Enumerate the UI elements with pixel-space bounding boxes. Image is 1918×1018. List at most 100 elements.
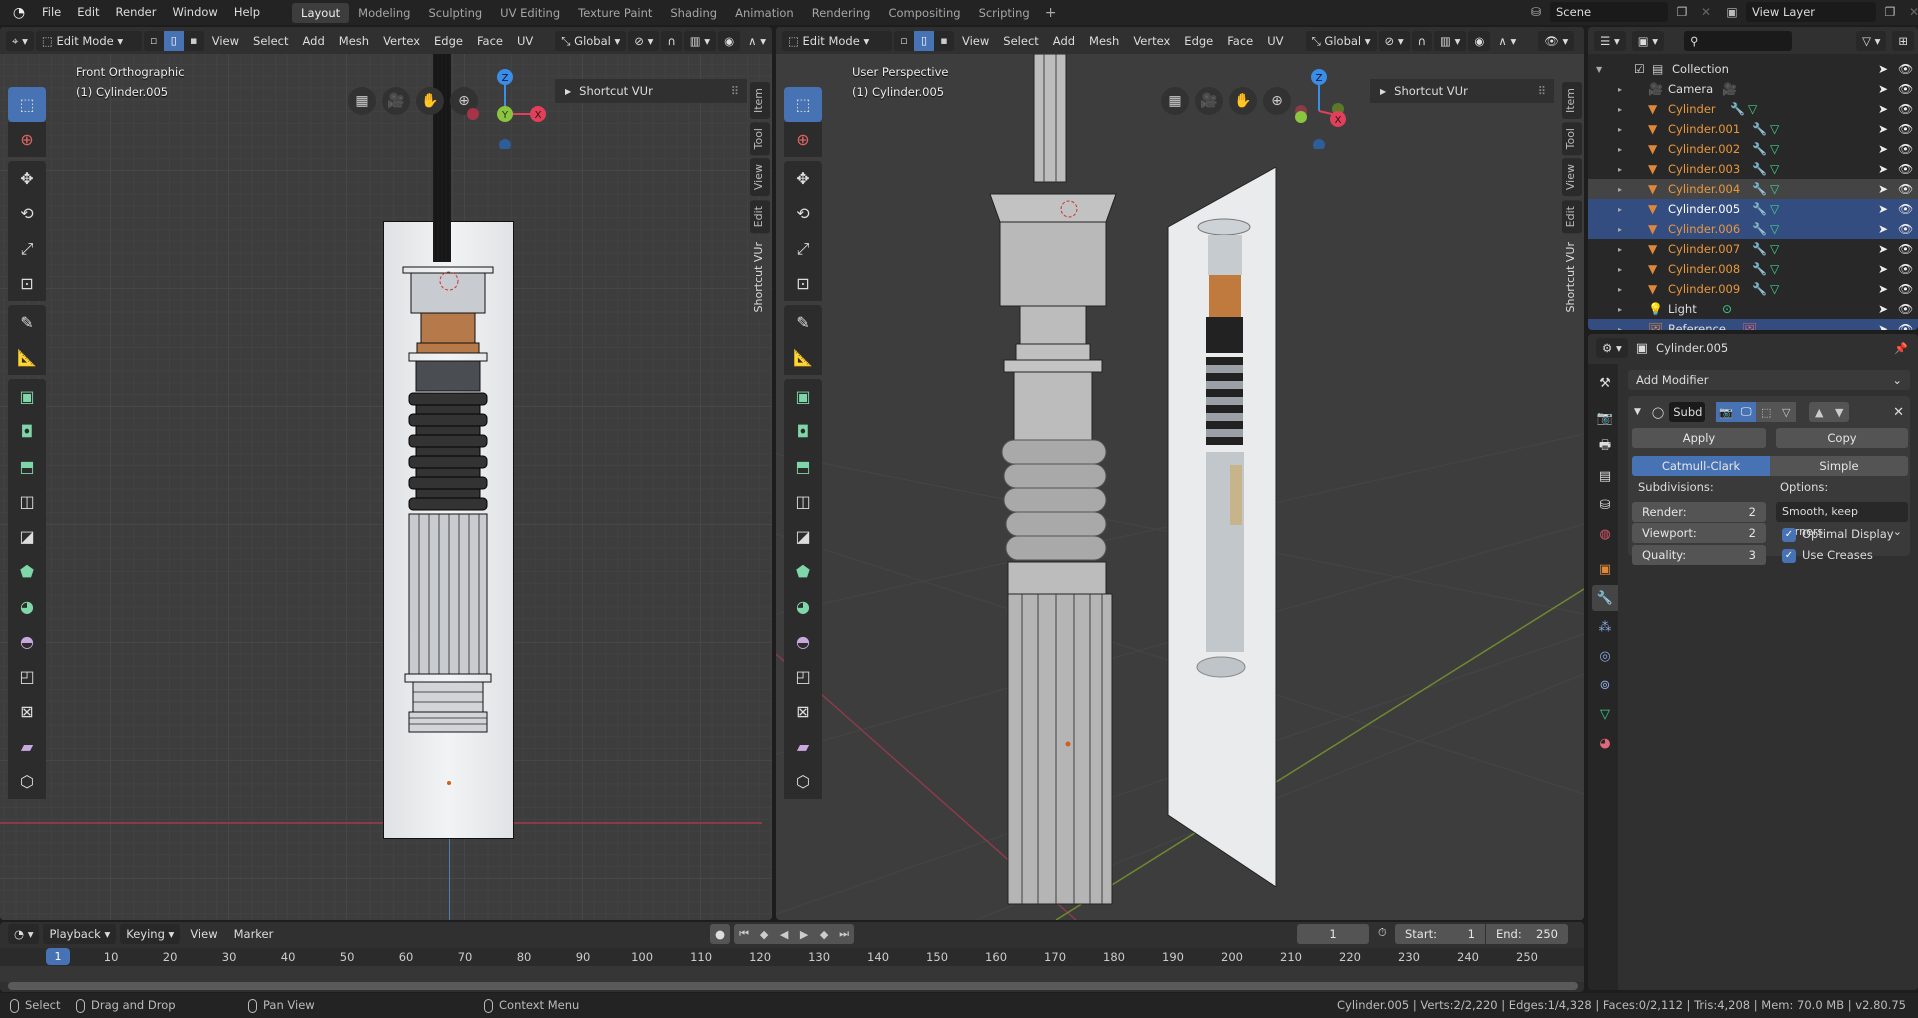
expand-toggle-icon[interactable]: ▸ [1618,165,1622,174]
light-data-icon[interactable]: ⊙ [1722,302,1732,316]
expand-toggle-icon[interactable]: ▸ [1618,105,1622,114]
edit-mode-icon[interactable]: ⬚ [1756,402,1777,422]
prev-keyframe-icon[interactable]: ◆ [754,924,774,944]
editor-type-button[interactable]: ☰ ▾ [1594,30,1626,51]
apply-button[interactable]: Apply [1632,428,1766,448]
mesh-data-icon[interactable]: ▽ [1770,182,1779,196]
tab-texture-paint[interactable]: Texture Paint [569,3,661,23]
menu-vertex[interactable]: Vertex [1127,31,1176,51]
transform-orientation-dropdown[interactable]: ⤡ Global ▾ [555,30,627,51]
viewport-left[interactable]: ⌖ ▾ ⬚ Edit Mode ▾ ▫ ▯ ▪ View Select Add … [0,27,772,920]
navigation-gizmo[interactable]: Z X [1276,59,1366,149]
jump-start-icon[interactable]: ⏮ [734,924,754,944]
selectable-toggle-icon[interactable]: ➤ [1878,282,1888,296]
transform-tool-icon[interactable]: ⊡ [8,266,46,301]
delete-view-layer-icon[interactable]: ✕ [1904,2,1918,22]
mesh-data-icon[interactable]: ▽ [1770,202,1779,216]
shear-tool-icon[interactable]: ▰ [784,729,822,764]
record-icon[interactable]: ● [710,924,731,944]
optimal-display-checkbox[interactable]: ✓ [1782,528,1796,542]
visibility-eye-icon[interactable]: 👁 [1898,282,1913,296]
visibility-eye-icon[interactable]: 👁 [1898,322,1913,330]
rotate-tool-icon[interactable]: ⟲ [784,196,822,231]
end-frame-field[interactable]: End: 250 [1486,924,1568,944]
annotate-tool-icon[interactable]: ✎ [784,305,822,340]
camera-view-icon[interactable]: 🎥 [382,87,410,115]
outliner-search-input[interactable]: ⚲ [1684,30,1793,51]
move-down-icon[interactable]: ▼ [1829,402,1849,422]
pan-hand-icon[interactable]: ✋ [1229,87,1257,115]
loop-cut-tool-icon[interactable]: ◫ [784,484,822,519]
menu-view[interactable]: View [956,31,995,51]
outliner-item[interactable]: ▸ ▼ Cylinder.004 🔧 ▽ ➤ 👁 [1588,179,1918,199]
menu-window[interactable]: Window [164,0,225,25]
menu-select[interactable]: Select [247,31,294,51]
transform-orientation-dropdown[interactable]: ⤡ Global ▾ [1305,30,1377,51]
current-frame-field[interactable]: 1 [1297,924,1369,944]
snap-toggle[interactable]: ∩ [1411,30,1433,51]
filter-dropdown[interactable]: ▽ ▾ [1856,30,1887,51]
move-tool-icon[interactable]: ✥ [784,161,822,196]
tool-tab-icon[interactable]: ⚒ [1592,370,1618,396]
cursor-tool-icon[interactable]: ⊕ [8,122,46,157]
ntab-shortcut-vur[interactable]: Shortcut VUr [750,235,770,319]
exclude-checkbox[interactable]: ☑ [1634,62,1645,76]
visibility-eye-icon[interactable]: 👁 [1898,262,1913,276]
outliner-item[interactable]: ▸ ▼ Cylinder.005 🔧 ▽ ➤ 👁 [1588,199,1918,219]
visibility-dropdown[interactable]: 👁 ▾ [1538,30,1575,51]
menu-help[interactable]: Help [226,0,268,25]
menu-add[interactable]: Add [297,31,331,51]
modifier-wrench-icon[interactable]: 🔧 [1752,242,1767,256]
tab-compositing[interactable]: Compositing [879,3,969,23]
expand-toggle-icon[interactable]: ▸ [1618,265,1622,274]
hilt-wireframe[interactable] [383,27,514,847]
snap-dropdown[interactable]: ▥ ▾ [683,30,717,51]
selectable-toggle-icon[interactable]: ➤ [1878,202,1888,216]
camera-data-icon[interactable]: 🎥 [1722,82,1737,96]
inset-tool-icon[interactable]: ◘ [784,414,822,449]
toggle-perspective-icon[interactable]: ▦ [1161,87,1189,115]
viewport-right[interactable]: ⬚ Edit Mode ▾ ▫ ▯ ▪ View Select Add Mesh… [776,27,1584,920]
mesh-data-icon[interactable]: ▽ [1770,282,1779,296]
new-collection-button[interactable]: ⊞ [1892,30,1914,51]
visibility-eye-icon[interactable]: 👁 [1898,302,1913,316]
modifier-wrench-icon[interactable]: 🔧 [1752,222,1767,236]
modifier-wrench-icon[interactable]: 🔧 [1752,282,1767,296]
knife-tool-icon[interactable]: ◪ [8,519,46,554]
selectable-toggle-icon[interactable]: ➤ [1878,182,1888,196]
move-up-icon[interactable]: ▲ [1809,402,1829,422]
ntab-item[interactable]: Item [1562,82,1582,120]
modifier-wrench-icon[interactable]: 🔧 [1752,162,1767,176]
image-data-icon[interactable]: 🖼 [1742,322,1757,330]
selectable-toggle-icon[interactable]: ➤ [1878,102,1888,116]
use-creases-checkbox[interactable]: ✓ [1782,549,1796,563]
edge-slide-tool-icon[interactable]: ◰ [784,659,822,694]
ntab-shortcut-vur[interactable]: Shortcut VUr [1562,235,1582,319]
edge-select-icon[interactable]: ▯ [163,30,184,51]
selectable-toggle-icon[interactable]: ➤ [1878,142,1888,156]
move-tool-icon[interactable]: ✥ [8,161,46,196]
render-tab-icon[interactable]: 📷 [1592,405,1618,431]
bevel-tool-icon[interactable]: ⬒ [784,449,822,484]
menu-uv[interactable]: UV [511,31,539,51]
ntab-tool[interactable]: Tool [750,122,770,156]
remove-modifier-icon[interactable]: ✕ [1893,405,1904,420]
visibility-eye-icon[interactable]: 👁 [1898,122,1913,136]
uv-smooth-dropdown[interactable]: Smooth, keep corners ⌄ [1776,502,1908,538]
npanel-header[interactable]: ▶ Shortcut VUr ⠿ [555,79,747,103]
menu-uv[interactable]: UV [1261,31,1289,51]
view-layer-name-field[interactable]: View Layer [1746,2,1876,22]
selectable-toggle-icon[interactable]: ➤ [1878,262,1888,276]
add-modifier-dropdown[interactable]: Add Modifier ⌄ [1628,370,1910,390]
spin-tool-icon[interactable]: ◕ [784,589,822,624]
snap-dropdown[interactable]: ▥ ▾ [1434,30,1467,51]
quality-field[interactable]: Quality: 3 [1632,545,1766,565]
selectable-toggle-icon[interactable]: ➤ [1878,222,1888,236]
expand-toggle-icon[interactable]: ▸ [1618,85,1622,94]
visibility-eye-icon[interactable]: 👁 [1898,162,1913,176]
menu-render[interactable]: Render [108,0,165,25]
scene-icon[interactable]: ⛁ [1526,2,1546,22]
new-view-layer-icon[interactable]: ❐ [1880,2,1900,22]
vertex-select-icon[interactable]: ▫ [144,31,164,51]
selectable-toggle-icon[interactable]: ➤ [1878,242,1888,256]
